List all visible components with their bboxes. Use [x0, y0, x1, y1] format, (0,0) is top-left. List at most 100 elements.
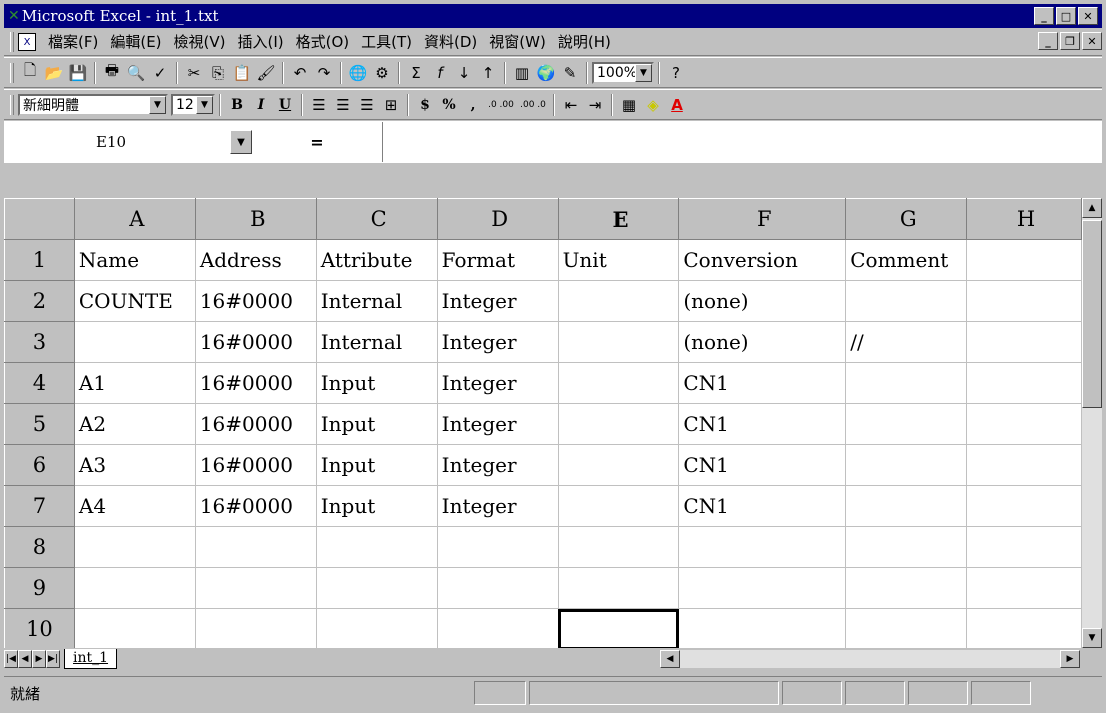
sheet-tab-int-1[interactable]: int_1 — [64, 649, 118, 669]
cell-g6[interactable] — [845, 444, 968, 486]
column-header-c[interactable]: C — [315, 198, 438, 240]
cell-h5[interactable] — [966, 403, 1082, 445]
doc-minimize-icon[interactable]: _ — [1038, 32, 1058, 50]
menu-data[interactable]: 資料(D) — [418, 31, 483, 53]
cell-d2[interactable]: Integer — [436, 280, 559, 322]
paste-icon[interactable]: 📋 — [230, 61, 254, 85]
cell-d9[interactable] — [436, 567, 559, 609]
menu-edit[interactable]: 編輯(E) — [104, 31, 167, 53]
drawing-icon[interactable]: ✎ — [558, 61, 582, 85]
cell-c9[interactable] — [315, 567, 438, 609]
cell-g2[interactable] — [845, 280, 968, 322]
cell-e5[interactable] — [557, 403, 680, 445]
cell-c5[interactable]: Input — [315, 403, 438, 445]
cell-table[interactable]: ABCDEFGH 1 Name Address Attribute Format Unit… — [4, 198, 1082, 648]
row-header[interactable]: 3 — [4, 321, 75, 363]
cell-h10[interactable] — [966, 608, 1082, 648]
row-header[interactable]: 1 — [4, 239, 75, 281]
menu-tools[interactable]: 工具(T) — [355, 31, 418, 53]
cell-e7[interactable] — [557, 485, 680, 527]
scroll-up-icon[interactable]: ▲ — [1082, 198, 1102, 218]
scroll-down-icon[interactable]: ▼ — [1082, 628, 1102, 648]
redo-icon[interactable]: ↷ — [312, 61, 336, 85]
row-header[interactable]: 9 — [4, 567, 75, 609]
cell-f5[interactable]: CN1 — [678, 403, 847, 445]
cell-a8[interactable] — [73, 526, 196, 568]
cell-g9[interactable] — [845, 567, 968, 609]
menu-help[interactable]: 說明(H) — [552, 31, 617, 53]
next-sheet-icon[interactable]: ▶ — [32, 650, 46, 668]
cell-b2[interactable]: 16#0000 — [194, 280, 317, 322]
row-header[interactable]: 10 — [4, 608, 75, 648]
menu-format[interactable]: 格式(O) — [290, 31, 356, 53]
column-header-b[interactable]: B — [194, 198, 317, 240]
sort-desc-icon[interactable]: ↑ — [476, 61, 500, 85]
cell-g4[interactable] — [845, 362, 968, 404]
doc-close-icon[interactable]: ✕ — [1082, 32, 1102, 50]
vertical-scrollbar[interactable]: ▲ ▼ — [1082, 198, 1102, 648]
select-all-corner[interactable] — [4, 198, 75, 240]
last-sheet-icon[interactable]: ▶| — [46, 650, 60, 668]
cell-b4[interactable]: 16#0000 — [194, 362, 317, 404]
scroll-right-icon[interactable]: ▶ — [1060, 650, 1080, 668]
scroll-left-icon[interactable]: ◀ — [660, 650, 680, 668]
chevron-down-icon[interactable]: ▼ — [196, 95, 213, 114]
cell-b7[interactable]: 16#0000 — [194, 485, 317, 527]
undo-icon[interactable]: ↶ — [288, 61, 312, 85]
cell-f9[interactable] — [678, 567, 847, 609]
cell-b8[interactable] — [194, 526, 317, 568]
font-select[interactable]: 新細明體 ▼ — [18, 93, 168, 116]
spelling-icon[interactable]: ✓ — [148, 61, 172, 85]
column-header-h[interactable]: H — [966, 198, 1082, 240]
cell-b5[interactable]: 16#0000 — [194, 403, 317, 445]
increase-decimal-button[interactable]: .0 .00 — [485, 93, 517, 117]
cell-e10[interactable] — [557, 608, 680, 648]
cell-c3[interactable]: Internal — [315, 321, 438, 363]
chevron-down-icon[interactable]: ▼ — [230, 130, 252, 154]
cell-a3[interactable] — [73, 321, 196, 363]
cell-e9[interactable] — [557, 567, 680, 609]
chart-wizard-icon[interactable]: ▥ — [510, 61, 534, 85]
cell-f4[interactable]: CN1 — [678, 362, 847, 404]
cell-a4[interactable]: A1 — [73, 362, 196, 404]
row-header[interactable]: 4 — [4, 362, 75, 404]
cell-c6[interactable]: Input — [315, 444, 438, 486]
cell-a1[interactable]: Name — [73, 239, 196, 281]
scroll-thumb[interactable] — [1082, 220, 1102, 408]
borders-icon[interactable]: ▦ — [617, 93, 641, 117]
cell-a5[interactable]: A2 — [73, 403, 196, 445]
cell-d8[interactable] — [436, 526, 559, 568]
horizontal-scrollbar[interactable]: ◀ ▶ — [660, 650, 1080, 668]
cell-a7[interactable]: A4 — [73, 485, 196, 527]
copy-icon[interactable]: ⎘ — [206, 61, 230, 85]
cell-e1[interactable]: Unit — [557, 239, 680, 281]
decrease-decimal-button[interactable]: .00 .0 — [517, 93, 549, 117]
prev-sheet-icon[interactable]: ◀ — [18, 650, 32, 668]
cell-c8[interactable] — [315, 526, 438, 568]
row-header[interactable]: 8 — [4, 526, 75, 568]
cell-c2[interactable]: Internal — [315, 280, 438, 322]
close-icon[interactable]: ✕ — [1078, 7, 1098, 25]
cell-f2[interactable]: (none) — [678, 280, 847, 322]
align-left-icon[interactable]: ☰ — [307, 93, 331, 117]
row-header[interactable]: 2 — [4, 280, 75, 322]
cell-h6[interactable] — [966, 444, 1082, 486]
function-icon[interactable]: f — [428, 61, 452, 85]
first-sheet-icon[interactable]: |◀ — [4, 650, 18, 668]
cell-d3[interactable]: Integer — [436, 321, 559, 363]
column-header-e[interactable]: E — [557, 198, 680, 240]
cell-b3[interactable]: 16#0000 — [194, 321, 317, 363]
cell-d6[interactable]: Integer — [436, 444, 559, 486]
row-header[interactable]: 5 — [4, 403, 75, 445]
cell-h7[interactable] — [966, 485, 1082, 527]
worksheet-grid[interactable]: ABCDEFGH 1 Name Address Attribute Format Unit… — [4, 198, 1082, 648]
menu-view[interactable]: 檢視(V) — [168, 31, 232, 53]
chevron-down-icon[interactable]: ▼ — [635, 63, 652, 82]
cell-d7[interactable]: Integer — [436, 485, 559, 527]
align-center-icon[interactable]: ☰ — [331, 93, 355, 117]
underline-button[interactable]: U — [273, 93, 297, 117]
cell-d5[interactable]: Integer — [436, 403, 559, 445]
help-icon[interactable]: ? — [664, 61, 688, 85]
cell-b1[interactable]: Address — [194, 239, 317, 281]
font-size-select[interactable]: 12 ▼ — [171, 93, 215, 116]
